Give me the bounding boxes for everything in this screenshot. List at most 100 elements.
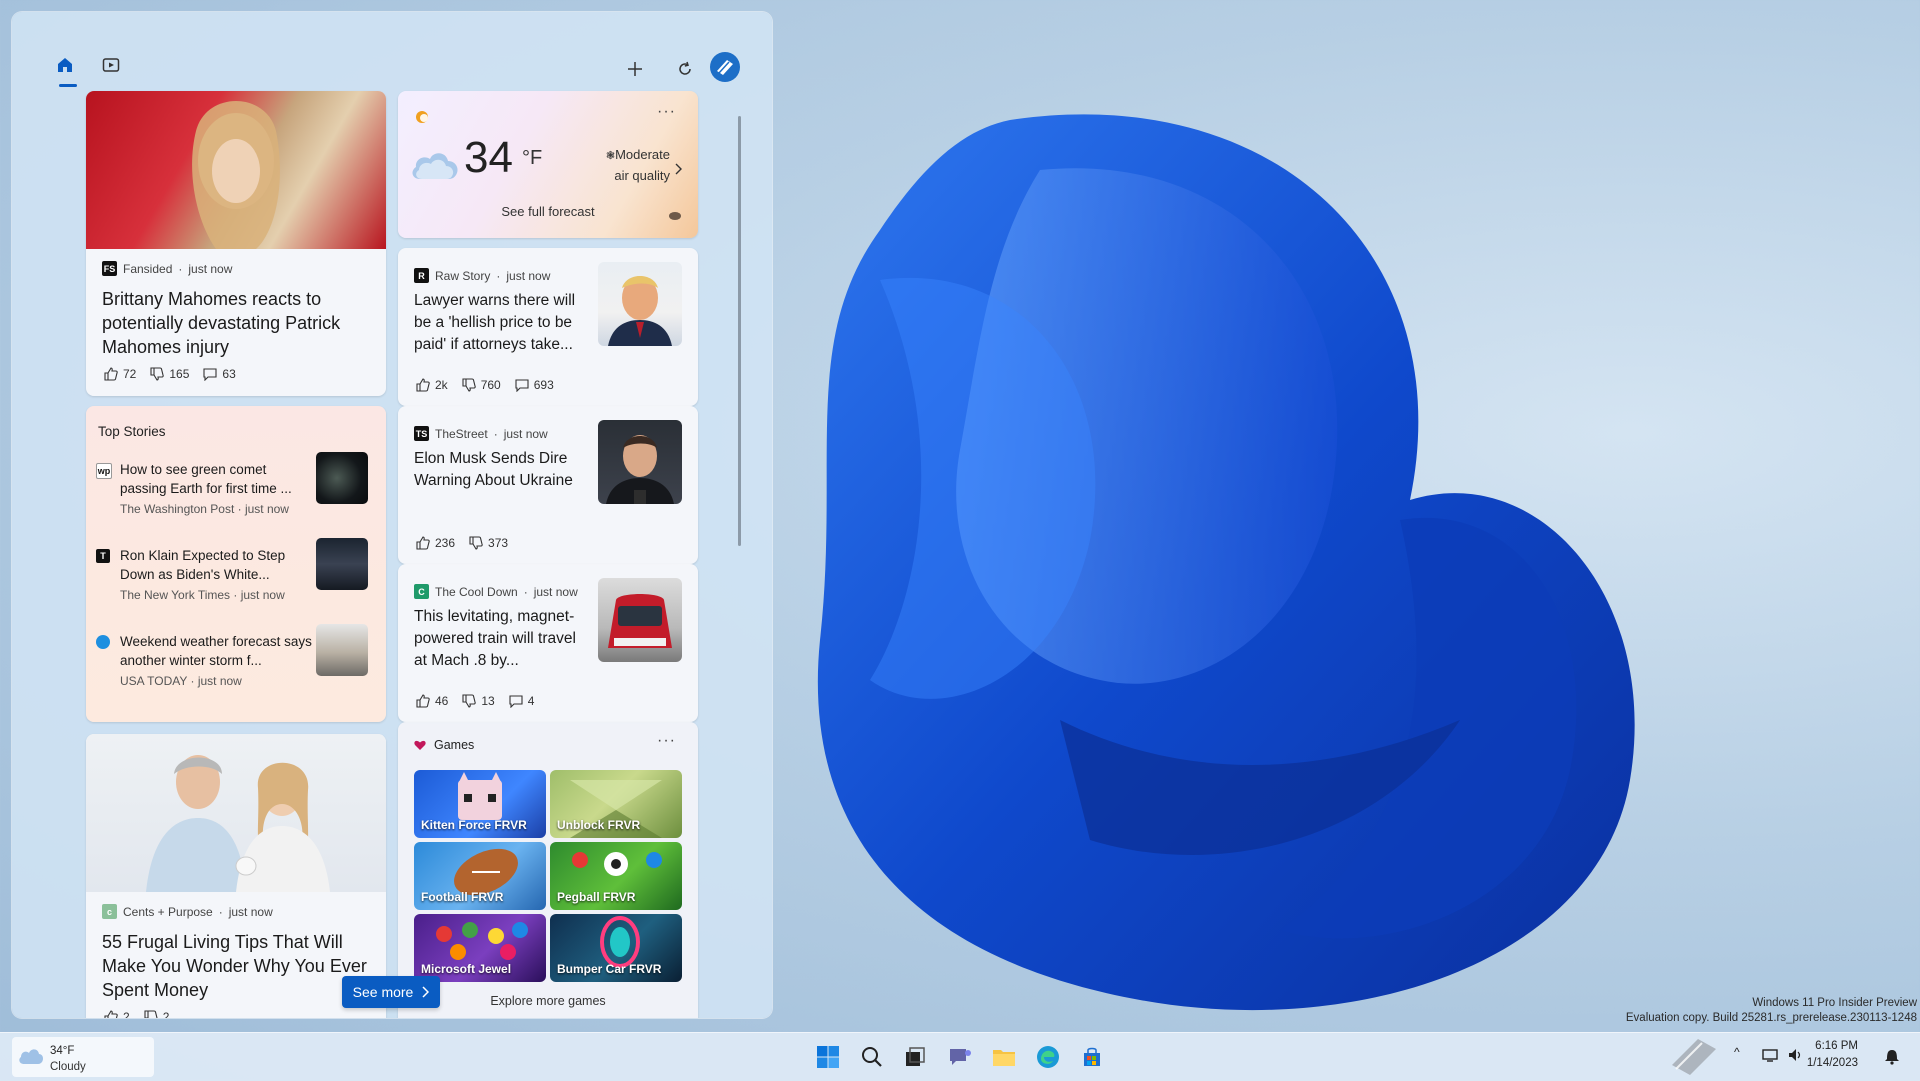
- top-story-item[interactable]: Weekend weather forecast says another wi…: [96, 624, 378, 698]
- network-icon[interactable]: [1762, 1047, 1778, 1063]
- air-quality-level: Moderate: [615, 147, 670, 162]
- game-tile-unblock[interactable]: Unblock FRVR: [550, 770, 682, 838]
- chevron-right-icon[interactable]: [674, 163, 682, 175]
- heart-icon: [414, 740, 426, 750]
- book-watermark-icon: [1672, 1039, 1716, 1075]
- teams-chat-button[interactable]: [944, 1041, 976, 1073]
- dislike-button[interactable]: 373: [469, 536, 508, 550]
- news-card-image: [86, 734, 386, 892]
- comment-button[interactable]: 693: [515, 378, 554, 392]
- dislike-button[interactable]: 13: [462, 694, 495, 708]
- like-count: 72: [123, 367, 137, 381]
- dislike-count: 373: [488, 536, 509, 550]
- like-button[interactable]: 72: [104, 367, 136, 381]
- news-title[interactable]: This levitating, magnet-powered train wi…: [414, 606, 590, 672]
- source-sep: ·: [523, 584, 528, 599]
- home-icon: [58, 58, 72, 72]
- source-sep: ·: [178, 261, 183, 276]
- news-card-the-cool-down[interactable]: C The Cool Down · just now This levitati…: [398, 564, 698, 722]
- story-source: The New York Times: [120, 588, 231, 602]
- task-view-icon: [906, 1047, 925, 1066]
- explore-more-games-link[interactable]: Explore more games: [398, 994, 698, 1008]
- game-tile-bumper-car[interactable]: Bumper Car FRVR: [550, 914, 682, 982]
- the-cool-down-logo: C: [414, 584, 429, 599]
- file-explorer-button[interactable]: [988, 1041, 1020, 1073]
- air-quality-line-1: ❃Moderate: [606, 145, 670, 166]
- like-button[interactable]: 2k: [416, 378, 448, 392]
- comment-icon: [509, 695, 523, 708]
- weather-widget[interactable]: ··· 34 °F ❃Moderate air quality See full…: [398, 91, 698, 238]
- air-quality[interactable]: ❃Moderate air quality: [606, 145, 670, 186]
- game-tile-kitten-force[interactable]: Kitten Force FRVR: [414, 770, 546, 838]
- news-card-cents-purpose[interactable]: c Cents + Purpose · just now 55 Frugal L…: [86, 734, 386, 1018]
- evaluation-watermark: Windows 11 Pro Insider Preview Evaluatio…: [1626, 996, 1917, 1026]
- profile-button[interactable]: [708, 50, 742, 84]
- taskbar-clock[interactable]: 6:16 PM 1/14/2023: [1807, 1038, 1858, 1072]
- volume-icon[interactable]: [1788, 1047, 1804, 1063]
- top-story-item[interactable]: T Ron Klain Expected to Step Down as Bid…: [96, 538, 378, 612]
- top-story-meta: The Washington Post · just now: [120, 502, 289, 516]
- thestreet-logo: TS: [414, 426, 429, 441]
- news-card-fansided[interactable]: FS Fansided · just now Brittany Mahomes …: [86, 91, 386, 396]
- thumbs-up-icon: [104, 1010, 118, 1018]
- game-tile-microsoft-jewel[interactable]: Microsoft Jewel: [414, 914, 546, 982]
- dislike-count: 165: [169, 367, 190, 381]
- start-button[interactable]: [812, 1041, 844, 1073]
- like-button[interactable]: 2: [104, 1010, 130, 1018]
- feed-scrollbar[interactable]: [738, 116, 741, 546]
- see-full-forecast-link[interactable]: See full forecast: [398, 204, 698, 219]
- news-card-raw-story[interactable]: R Raw Story · just now Lawyer warns ther…: [398, 248, 698, 406]
- game-tile-football[interactable]: Football FRVR: [414, 842, 546, 910]
- dislike-button[interactable]: 2: [144, 1010, 169, 1018]
- top-story-item[interactable]: wp How to see green comet passing Earth …: [96, 452, 378, 526]
- games-menu-button[interactable]: ···: [657, 732, 676, 750]
- news-source: TS TheStreet · just now: [414, 426, 548, 441]
- notification-bell-icon[interactable]: [1884, 1047, 1900, 1065]
- store-icon: [1084, 1047, 1100, 1066]
- wallpaper-bloom: [817, 114, 1635, 1011]
- show-hidden-icons-chevron[interactable]: ^: [1734, 1045, 1740, 1059]
- nyt-logo: T: [96, 549, 110, 563]
- search-button[interactable]: [856, 1041, 888, 1073]
- thumbs-up-icon: [416, 378, 430, 392]
- home-tab[interactable]: [48, 48, 82, 82]
- dislike-button[interactable]: 760: [462, 378, 501, 392]
- source-name: The Cool Down: [435, 584, 518, 599]
- taskbar-weather-button[interactable]: 34°F Cloudy: [12, 1037, 154, 1077]
- dislike-button[interactable]: 165: [150, 367, 189, 381]
- see-more-button[interactable]: See more: [342, 976, 440, 1008]
- temperature-value: 34: [464, 133, 513, 182]
- game-tile-pegball[interactable]: Pegball FRVR: [550, 842, 682, 910]
- news-card-thestreet[interactable]: TS TheStreet · just now Elon Musk Sends …: [398, 406, 698, 564]
- like-count: 2k: [435, 378, 448, 392]
- news-title[interactable]: Lawyer warns there will be a 'hellish pr…: [414, 290, 590, 356]
- like-count: 46: [435, 694, 449, 708]
- news-title[interactable]: 55 Frugal Living Tips That Will Make You…: [102, 930, 378, 1002]
- news-reactions: 2k 760 693: [416, 378, 554, 392]
- source-sep: ·: [496, 268, 501, 283]
- comment-button[interactable]: 4: [509, 694, 534, 708]
- news-title[interactable]: Brittany Mahomes reacts to potentially d…: [102, 287, 372, 359]
- news-reactions: 2 2: [104, 1010, 169, 1018]
- washington-post-logo: wp: [96, 463, 112, 479]
- like-button[interactable]: 236: [416, 536, 455, 550]
- news-reactions: 72 165 63: [104, 367, 236, 381]
- watch-tab[interactable]: [94, 48, 128, 82]
- comment-icon: [515, 379, 529, 392]
- news-title[interactable]: Elon Musk Sends Dire Warning About Ukrai…: [414, 448, 590, 492]
- weather-menu-button[interactable]: ···: [657, 103, 676, 121]
- comment-button[interactable]: 63: [203, 367, 236, 381]
- temperature-unit: °F: [522, 147, 543, 169]
- source-name: Fansided: [123, 261, 173, 276]
- refresh-button[interactable]: [668, 52, 702, 86]
- game-title: Football FRVR: [421, 890, 504, 904]
- story-sep: ·: [187, 674, 198, 688]
- store-button[interactable]: [1076, 1041, 1108, 1073]
- like-button[interactable]: 46: [416, 694, 448, 708]
- teams-chat-icon: [950, 1049, 971, 1065]
- usa-today-logo: [96, 635, 110, 649]
- add-widget-button[interactable]: [618, 52, 652, 86]
- task-view-button[interactable]: [899, 1041, 931, 1073]
- edge-button[interactable]: [1032, 1041, 1064, 1073]
- source-name: TheStreet: [435, 426, 488, 441]
